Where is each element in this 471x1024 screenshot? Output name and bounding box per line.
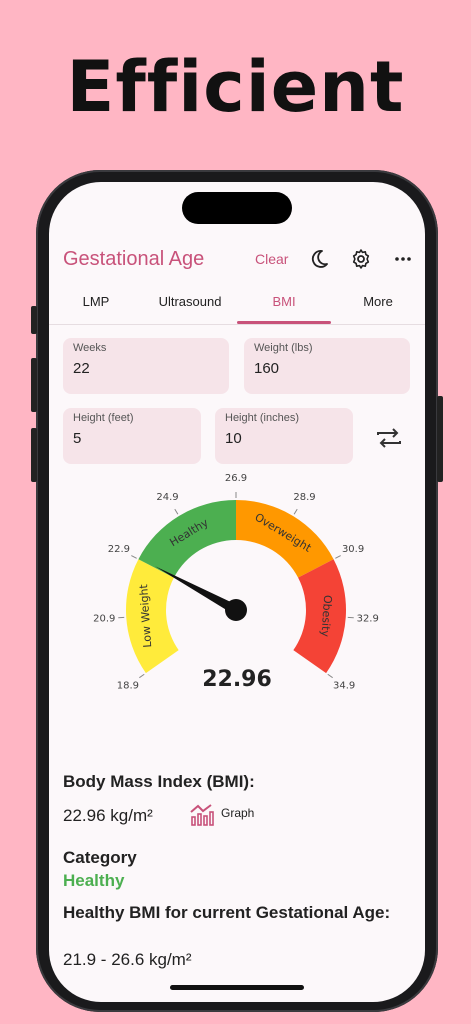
tab-ultrasound[interactable]: Ultrasound bbox=[143, 288, 237, 324]
phone-side-button bbox=[437, 396, 443, 482]
phone-side-button bbox=[31, 428, 37, 482]
tab-bmi[interactable]: BMI bbox=[237, 288, 331, 324]
tab-indicator bbox=[237, 321, 331, 324]
height-inches-value: 10 bbox=[225, 430, 242, 447]
weeks-label: Weeks bbox=[73, 342, 107, 354]
clear-button[interactable]: Clear bbox=[255, 251, 288, 267]
swap-icon[interactable] bbox=[375, 426, 403, 450]
gauge-tick-label: 24.9 bbox=[156, 492, 178, 503]
graph-icon bbox=[190, 804, 214, 826]
more-icon[interactable] bbox=[391, 247, 415, 271]
moon-icon[interactable] bbox=[307, 247, 331, 271]
gauge-band-label: Obesity bbox=[318, 595, 334, 638]
phone-side-button bbox=[31, 306, 37, 334]
height-feet-field[interactable]: Height (feet) 5 bbox=[63, 408, 201, 464]
gauge-tick bbox=[327, 673, 333, 679]
weeks-value: 22 bbox=[73, 360, 90, 377]
gauge-tick bbox=[293, 508, 298, 515]
gauge-band-low-weight bbox=[125, 559, 179, 674]
headline: Efficient bbox=[66, 46, 405, 128]
app-screen: Gestational Age Clear LMP Ultrasound BMI… bbox=[49, 182, 425, 1002]
category-value: Healthy bbox=[63, 871, 125, 890]
gauge-value: 22.96 bbox=[202, 667, 272, 692]
height-inches-field[interactable]: Height (inches) 10 bbox=[215, 408, 353, 464]
bmi-heading: Body Mass Index (BMI): bbox=[63, 772, 255, 791]
gauge-tick-label: 20.9 bbox=[93, 614, 115, 625]
height-feet-value: 5 bbox=[73, 430, 82, 447]
bmi-gauge: Low WeightHealthy OverweightObesity 18.92… bbox=[93, 474, 379, 692]
home-indicator bbox=[170, 985, 304, 990]
gauge-band-obesity bbox=[293, 559, 346, 674]
gauge-tick bbox=[335, 555, 341, 559]
bmi-value: 22.96 kg/m² bbox=[63, 806, 153, 825]
gauge-tick-label: 30.9 bbox=[342, 544, 364, 555]
height-feet-label: Height (feet) bbox=[73, 412, 134, 424]
gauge-tick bbox=[131, 555, 137, 559]
gauge-tick-label: 28.9 bbox=[293, 492, 315, 503]
gauge-tick-label: 22.9 bbox=[108, 544, 130, 555]
gauge-tick bbox=[174, 508, 179, 515]
gauge-needle-hub bbox=[225, 599, 247, 621]
healthy-bmi-range: 21.9 - 26.6 kg/m² bbox=[63, 950, 192, 969]
weeks-field[interactable]: Weeks 22 bbox=[63, 338, 229, 394]
weight-label: Weight (lbs) bbox=[254, 342, 313, 354]
weight-value: 160 bbox=[254, 360, 280, 377]
gauge-tick-label: 34.9 bbox=[333, 681, 355, 692]
gear-icon[interactable] bbox=[349, 247, 373, 271]
tab-lmp[interactable]: LMP bbox=[49, 288, 143, 324]
tab-bar: LMP Ultrasound BMI More bbox=[49, 288, 425, 325]
tab-more[interactable]: More bbox=[331, 288, 425, 324]
gauge-tick-label: 26.9 bbox=[225, 474, 247, 484]
height-inches-label: Height (inches) bbox=[225, 412, 299, 424]
app-title: Gestational Age bbox=[63, 248, 205, 270]
gauge-tick bbox=[139, 673, 145, 679]
app-bar: Gestational Age Clear bbox=[49, 238, 425, 282]
gauge-tick-label: 32.9 bbox=[357, 614, 379, 625]
dynamic-island bbox=[182, 192, 292, 224]
phone-side-button bbox=[31, 358, 37, 412]
category-heading: Category bbox=[63, 848, 137, 867]
weight-field[interactable]: Weight (lbs) 160 bbox=[244, 338, 410, 394]
gauge-tick-label: 18.9 bbox=[117, 681, 139, 692]
graph-label: Graph bbox=[221, 806, 255, 820]
healthy-bmi-heading: Healthy BMI for current Gestational Age: bbox=[63, 903, 391, 922]
